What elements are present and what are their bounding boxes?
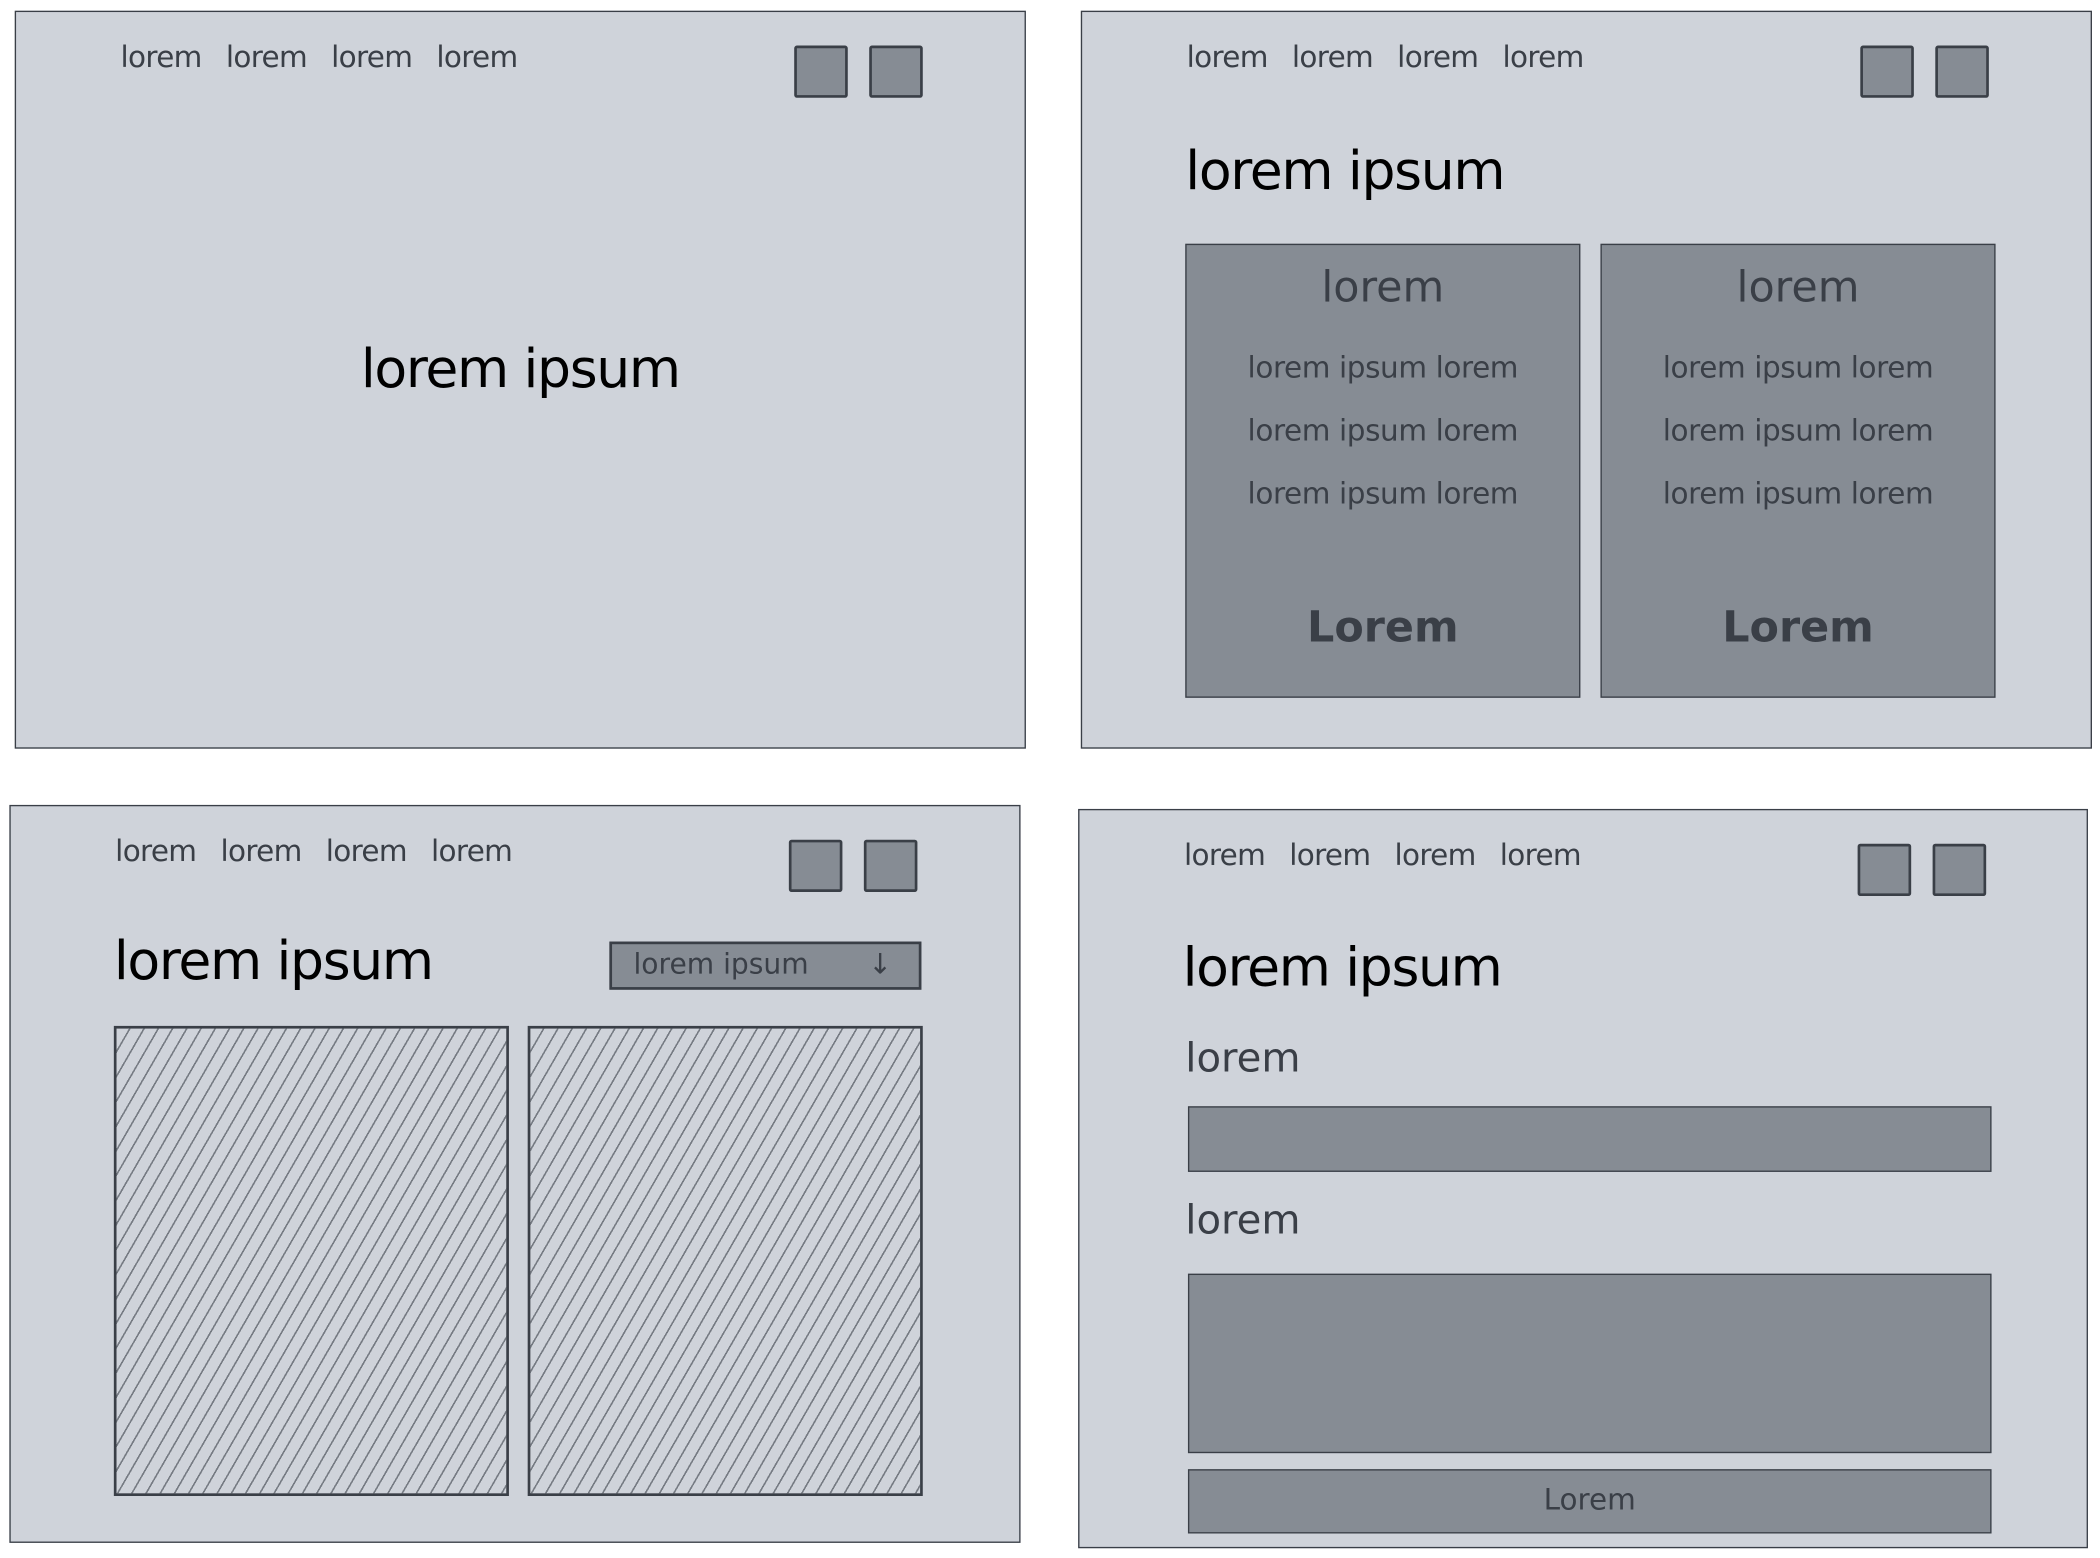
wireframe-landing: lorem lorem lorem lorem lorem ipsum	[14, 10, 1026, 749]
wireframe-sheet: lorem lorem lorem lorem lorem ipsum lore…	[0, 0, 2100, 1558]
nav-link[interactable]: lorem	[436, 42, 518, 75]
arrow-down-icon: ↓	[868, 948, 892, 981]
field-label: lorem	[1185, 1035, 1301, 1083]
nav-bar: lorem lorem lorem lorem	[121, 42, 519, 75]
field-label: lorem	[1185, 1197, 1301, 1245]
card-button[interactable]: Lorem	[1602, 601, 1994, 652]
text-input[interactable]	[1187, 1106, 1992, 1172]
nav-bar: lorem lorem lorem lorem	[1184, 840, 1582, 873]
card-text: lorem ipsum lorem	[1662, 415, 1934, 449]
hero-title: lorem ipsum	[360, 338, 681, 401]
textarea-input[interactable]	[1187, 1273, 1992, 1454]
nav-link[interactable]: lorem	[326, 836, 408, 869]
nav-link[interactable]: lorem	[115, 836, 197, 869]
nav-link[interactable]: lorem	[1502, 42, 1584, 75]
square-button-icon[interactable]	[1860, 45, 1914, 98]
card-text: lorem ipsum lorem	[1247, 478, 1519, 512]
wireframe-gallery: lorem lorem lorem lorem lorem ipsum lore…	[9, 804, 1021, 1543]
page-title: lorem ipsum	[1185, 140, 1505, 203]
image-placeholder	[113, 1025, 509, 1496]
square-button-icon[interactable]	[869, 45, 923, 98]
card: lorem lorem ipsum lorem lorem ipsum lore…	[1185, 243, 1581, 698]
nav-link[interactable]: lorem	[1397, 42, 1479, 75]
square-button-icon[interactable]	[1935, 45, 1989, 98]
nav-link[interactable]: lorem	[1500, 840, 1582, 873]
square-button-icon[interactable]	[863, 839, 918, 892]
card-text: lorem ipsum lorem	[1247, 352, 1519, 386]
submit-button[interactable]: Lorem	[1187, 1469, 1992, 1534]
nav-link[interactable]: lorem	[331, 42, 413, 75]
nav-bar: lorem lorem lorem lorem	[1187, 42, 1585, 75]
nav-link[interactable]: lorem	[226, 42, 308, 75]
wireframe-cards: lorem lorem lorem lorem lorem ipsum lore…	[1080, 10, 2092, 749]
card: lorem lorem ipsum lorem lorem ipsum lore…	[1600, 243, 1996, 698]
square-button-icon[interactable]	[1857, 843, 1912, 896]
nav-link[interactable]: lorem	[1187, 42, 1269, 75]
nav-link[interactable]: lorem	[1184, 840, 1266, 873]
square-button-icon[interactable]	[1932, 843, 1987, 896]
sort-dropdown[interactable]: lorem ipsum ↓	[609, 941, 922, 990]
image-placeholder	[527, 1025, 923, 1496]
nav-link[interactable]: lorem	[121, 42, 203, 75]
nav-link[interactable]: lorem	[431, 836, 513, 869]
page-title: lorem ipsum	[113, 930, 434, 993]
card-text: lorem ipsum lorem	[1662, 478, 1934, 512]
page-title: lorem ipsum	[1182, 937, 1503, 1000]
nav-link[interactable]: lorem	[1292, 42, 1374, 75]
card-button[interactable]: Lorem	[1187, 601, 1579, 652]
card-text: lorem ipsum lorem	[1247, 415, 1519, 449]
nav-link[interactable]: lorem	[220, 836, 302, 869]
card-title: lorem	[1736, 261, 1860, 313]
card-text: lorem ipsum lorem	[1662, 352, 1934, 386]
square-button-icon[interactable]	[794, 45, 848, 98]
nav-link[interactable]: lorem	[1289, 840, 1371, 873]
nav-bar: lorem lorem lorem lorem	[115, 836, 513, 869]
square-button-icon[interactable]	[788, 839, 843, 892]
nav-link[interactable]: lorem	[1395, 840, 1477, 873]
dropdown-value: lorem ipsum	[633, 948, 809, 981]
card-title: lorem	[1321, 261, 1445, 313]
wireframe-form: lorem lorem lorem lorem lorem ipsum lore…	[1078, 808, 2088, 1549]
